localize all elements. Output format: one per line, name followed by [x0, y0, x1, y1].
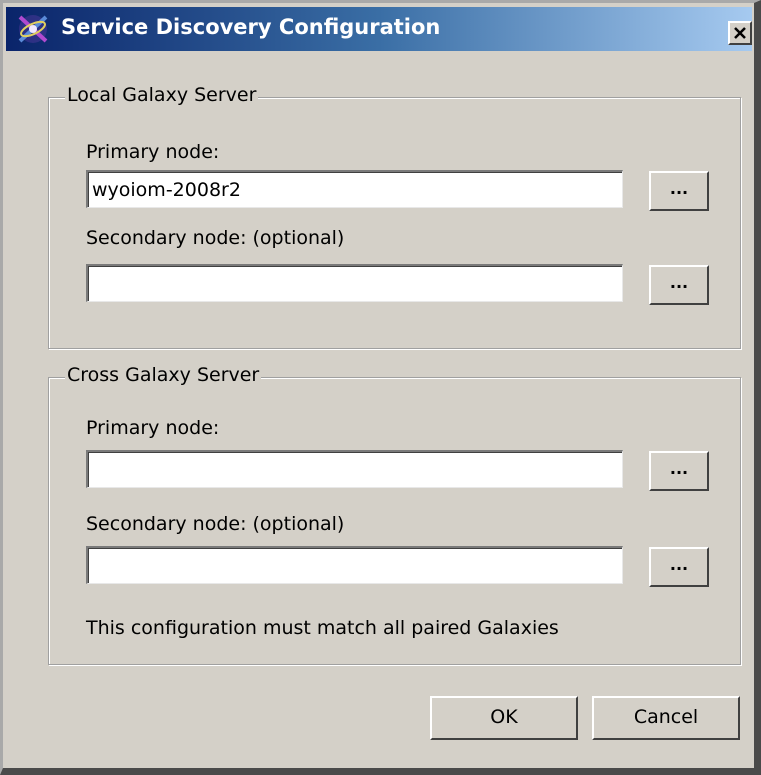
local-secondary-node-label: Secondary node: (optional) [86, 227, 345, 249]
local-galaxy-server-group: Local Galaxy Server [48, 84, 741, 349]
cross-secondary-node-input[interactable] [86, 546, 623, 584]
cancel-button[interactable]: Cancel [592, 696, 740, 740]
local-primary-browse-button[interactable]: ... [649, 171, 709, 211]
close-button[interactable] [728, 21, 752, 45]
service-discovery-dialog: Service Discovery Configuration Local Ga… [0, 0, 761, 775]
dialog-title: Service Discovery Configuration [61, 15, 441, 39]
cross-secondary-browse-button[interactable]: ... [649, 547, 709, 587]
pairing-note: This configuration must match all paired… [86, 617, 559, 639]
group-legend: Local Galaxy Server [65, 84, 259, 106]
group-legend: Cross Galaxy Server [65, 364, 262, 386]
local-secondary-browse-button[interactable]: ... [649, 265, 709, 305]
local-primary-node-label: Primary node: [86, 141, 220, 163]
cross-primary-node-label: Primary node: [86, 417, 220, 439]
title-bar[interactable]: Service Discovery Configuration [6, 7, 752, 51]
cross-secondary-node-label: Secondary node: (optional) [86, 513, 345, 535]
local-primary-node-input[interactable] [86, 170, 623, 208]
cross-primary-node-input[interactable] [86, 450, 623, 488]
satellite-dish-icon [16, 13, 50, 45]
local-secondary-node-input[interactable] [86, 264, 623, 302]
ok-button[interactable]: OK [430, 696, 578, 740]
cross-primary-browse-button[interactable]: ... [649, 451, 709, 491]
close-x-icon [734, 27, 746, 39]
